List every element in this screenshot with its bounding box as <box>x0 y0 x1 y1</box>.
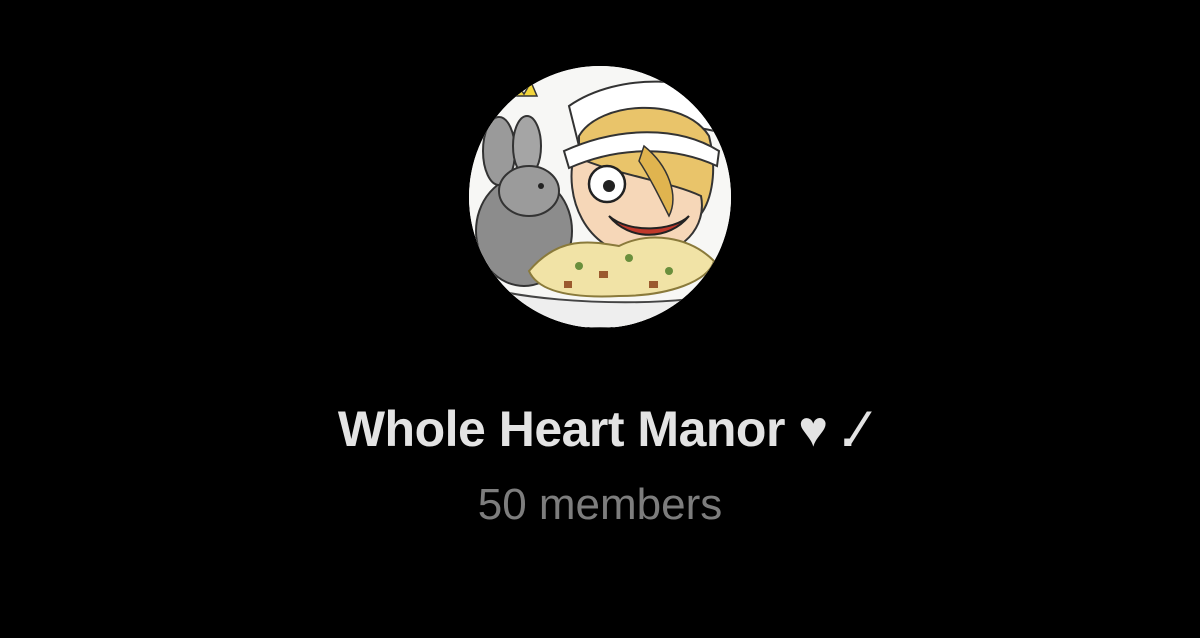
avatar-illustration-icon <box>469 66 731 328</box>
group-name: Whole Heart Manor ♥ .⁄ <box>337 401 863 457</box>
group-avatar[interactable] <box>469 66 731 328</box>
group-info-screen: Whole Heart Manor ♥ .⁄ 50 members <box>0 0 1200 638</box>
member-count[interactable]: 50 members <box>0 475 1200 535</box>
